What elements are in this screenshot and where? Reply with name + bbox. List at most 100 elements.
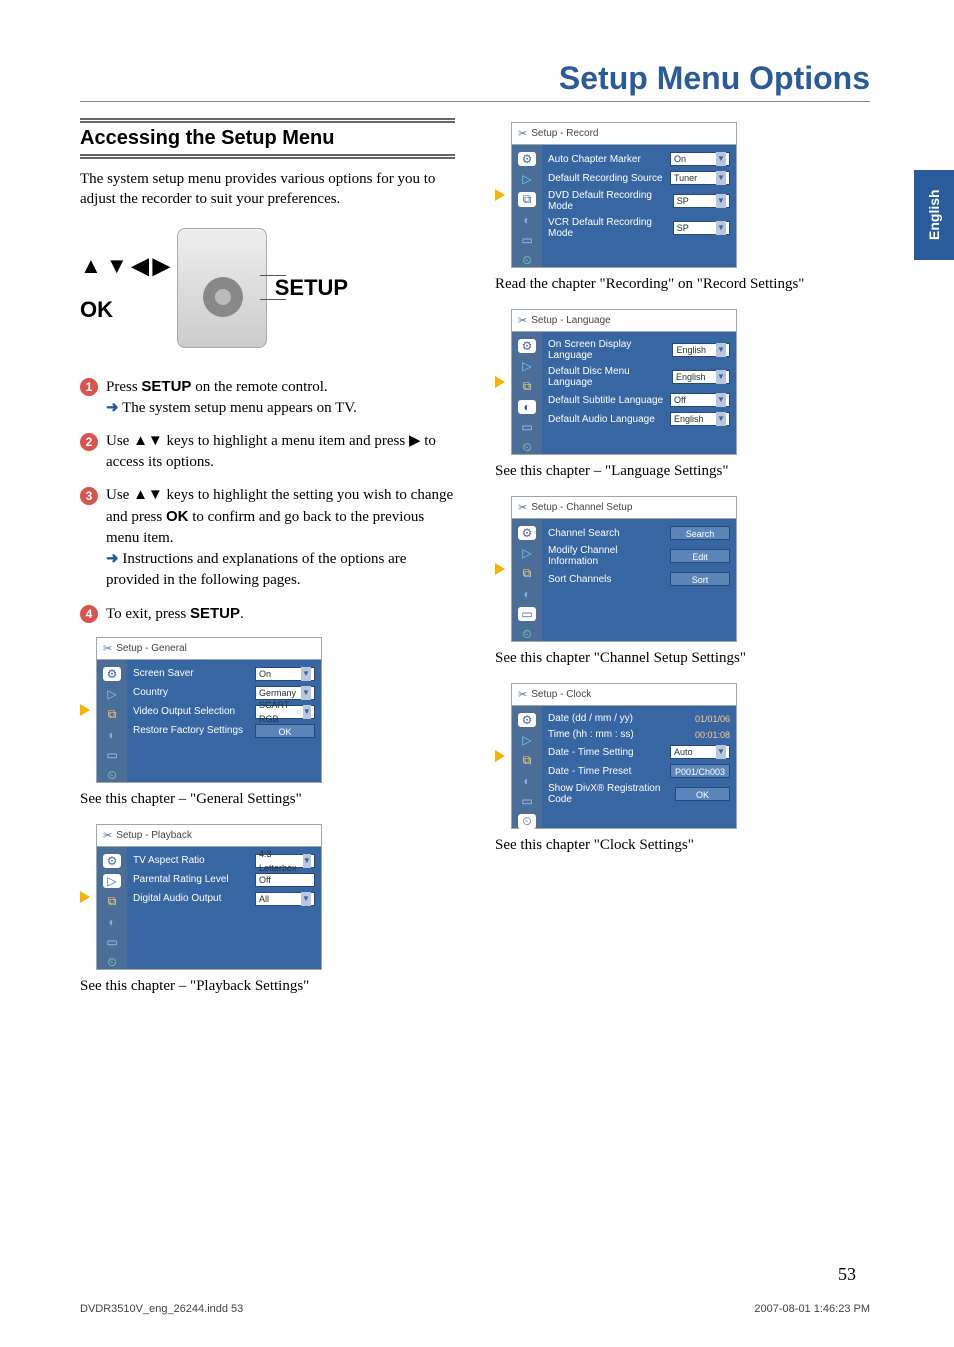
panel-title: Setup - General	[97, 638, 321, 660]
intro-text: The system setup menu provides various o…	[80, 169, 455, 210]
step-3: 3 Use ▲▼ keys to highlight the setting y…	[80, 485, 455, 591]
setting-label: Time (hh : mm : ss)	[548, 729, 634, 740]
setting-value: Auto▼	[670, 745, 730, 759]
setting-row: Default Recording SourceTuner▼	[548, 171, 730, 185]
side-lang-icon: ◐	[103, 728, 121, 742]
setting-row: Date - Time SettingAuto▼	[548, 745, 730, 759]
setting-row: Time (hh : mm : ss)00:01:08	[548, 729, 730, 740]
setting-row: TV Aspect Ratio4:3 Letterbox▼	[133, 854, 315, 868]
setting-value: OK	[255, 724, 315, 738]
setting-value: Sort	[670, 572, 730, 586]
setting-value: All▼	[255, 892, 315, 906]
panel-title-text: Setup - General	[116, 643, 187, 654]
panel-language: Setup - Language⚙▷⧉◐▭⏲On Screen Display …	[511, 309, 737, 455]
step-4: 4 To exit, press SETUP.	[80, 603, 455, 625]
side-play-icon: ▷	[103, 874, 121, 888]
panel-general: Setup - General⚙▷⧉◐▭⏲Screen SaverOn▼Coun…	[96, 637, 322, 783]
setting-value: SP▼	[673, 194, 730, 208]
setting-value: P001/Ch003	[670, 764, 730, 778]
page-content: Setup Menu Options Accessing the Setup M…	[80, 60, 870, 1011]
caption-channel: See this chapter "Channel Setup Settings…	[495, 650, 870, 667]
side-rec-icon: ⧉	[518, 379, 536, 394]
setting-row: Digital Audio Output All▼	[133, 892, 315, 906]
setting-value: Off	[255, 873, 315, 887]
setting-label: Auto Chapter Marker	[548, 154, 641, 165]
setting-row: VCR Default Recording ModeSP▼	[548, 217, 730, 239]
arrow-icon: ➜	[106, 551, 119, 567]
caption-clock: See this chapter "Clock Settings"	[495, 837, 870, 854]
panel-side-icons: ⚙▷⧉◐▭⏲	[512, 145, 542, 267]
setting-value: 01/01/06	[670, 714, 730, 724]
setting-label: Video Output Selection	[133, 706, 235, 717]
panel-title: Setup - Playback	[97, 825, 321, 847]
panel-main: Auto Chapter Marker On▼ Default Recording …	[542, 145, 736, 267]
step-4-badge: 4	[80, 605, 98, 623]
panel-clock-row: Setup - Clock ⚙▷⧉◐▭⏲ Date (dd / mm / yy) 01…	[495, 683, 870, 829]
dropdown-arrow-icon: ▼	[716, 194, 726, 208]
side-clock-icon: ⏲	[518, 253, 536, 268]
dropdown-arrow-icon: ▼	[716, 171, 726, 185]
setting-label: On Screen Display Language	[548, 339, 672, 361]
panel-record: Setup - Record⚙▷⧉◐▭⏲Auto Chapter MarkerO…	[511, 122, 737, 268]
setting-row: Auto Chapter Marker On▼	[548, 152, 730, 166]
panel-main: Date (dd / mm / yy) 01/01/06 Time (hh : mm…	[542, 706, 736, 828]
caption-playback: See this chapter – "Playback Settings"	[80, 978, 455, 995]
side-gear-icon: ⚙	[518, 526, 536, 540]
dropdown-arrow-icon: ▼	[301, 892, 311, 906]
remote-image	[177, 228, 267, 348]
side-tv-icon: ▭	[518, 233, 536, 247]
tools-icon	[518, 127, 527, 140]
side-clock-icon: ⏲	[103, 955, 121, 970]
dropdown-arrow-icon: ▼	[303, 854, 311, 868]
setting-value: On▼	[255, 667, 315, 681]
section-heading: Accessing the Setup Menu	[80, 118, 455, 159]
setting-row: Date - Time PresetP001/Ch003	[548, 764, 730, 778]
panel-channel-row: Setup - Channel Setup⚙▷⧉◐▭⏲Channel Searc…	[495, 496, 870, 642]
caption-language: See this chapter – "Language Settings"	[495, 463, 870, 480]
panel-title-text: Setup - Clock	[531, 689, 591, 700]
panel-main: TV Aspect Ratio4:3 Letterbox▼Parental Ra…	[127, 847, 321, 969]
panel-side-icons: ⚙▷⧉◐▭⏲	[512, 706, 542, 828]
panel-main: On Screen Display Language English▼ Defaul…	[542, 332, 736, 454]
remote-setup-label: SETUP	[275, 275, 348, 301]
side-gear-icon: ⚙	[103, 854, 121, 868]
setting-value: Edit	[670, 549, 730, 563]
dropdown-arrow-icon: ▼	[716, 370, 726, 384]
pointer-icon	[80, 704, 90, 716]
dropdown-arrow-icon: ▼	[716, 152, 726, 166]
right-column: Setup - Record⚙▷⧉◐▭⏲Auto Chapter MarkerO…	[495, 118, 870, 1011]
pointer-icon	[80, 891, 90, 903]
side-gear-icon: ⚙	[518, 152, 536, 166]
side-lang-icon: ◐	[103, 915, 121, 929]
setting-row: Date (dd / mm / yy) 01/01/06	[548, 713, 730, 724]
side-play-icon: ▷	[518, 546, 536, 560]
setting-label: Digital Audio Output	[133, 893, 221, 904]
setting-value: SP▼	[673, 221, 730, 235]
remote-arrows-label: ▲ ▼ ◀ ▶	[80, 253, 169, 279]
side-clock-icon: ⏲	[518, 814, 536, 829]
setting-label: Date (dd / mm / yy)	[548, 713, 633, 724]
setting-value: English▼	[670, 412, 730, 426]
footer-right: 2007-08-01 1:46:23 PM	[754, 1303, 870, 1315]
caption-record: Read the chapter "Recording" on "Record …	[495, 276, 870, 293]
panel-title: Setup - Channel Setup	[512, 497, 736, 519]
setting-value: OK	[675, 787, 730, 801]
panel-title-text: Setup - Channel Setup	[531, 502, 632, 513]
footer-left: DVDR3510V_eng_26244.indd 53	[80, 1303, 243, 1315]
remote-ok-label: OK	[80, 297, 169, 323]
setting-value: On▼	[670, 152, 730, 166]
tools-icon	[518, 501, 527, 514]
arrow-icon: ➜	[106, 400, 119, 416]
setting-value: Tuner▼	[670, 171, 730, 185]
setting-value: 4:3 Letterbox▼	[255, 854, 315, 868]
panel-title-text: Setup - Playback	[116, 830, 192, 841]
page-number: 53	[838, 1264, 856, 1285]
dropdown-arrow-icon: ▼	[716, 412, 726, 426]
side-play-icon: ▷	[518, 172, 536, 186]
dropdown-arrow-icon: ▼	[301, 667, 311, 681]
panel-playback: Setup - Playback⚙▷⧉◐▭⏲TV Aspect Ratio4:3…	[96, 824, 322, 970]
setting-row: Default Subtitle LanguageOff▼	[548, 393, 730, 407]
setting-label: DVD Default Recording Mode	[548, 190, 673, 212]
tools-icon	[518, 688, 527, 701]
setting-label: Sort Channels	[548, 574, 611, 585]
